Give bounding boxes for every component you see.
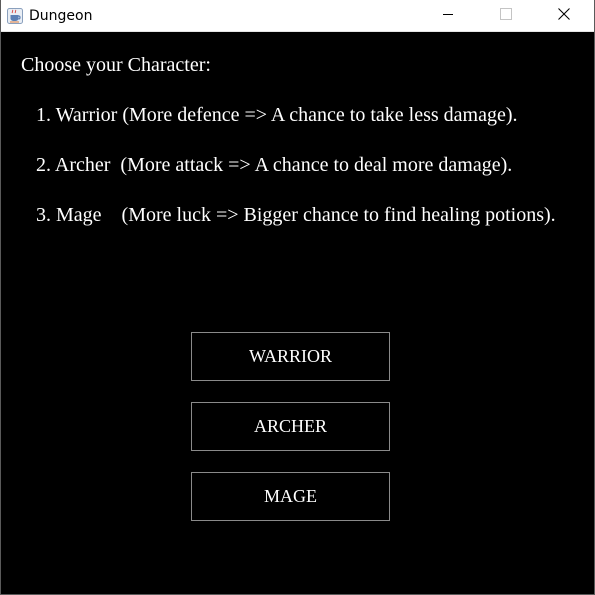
minimize-button[interactable] (425, 0, 471, 31)
warrior-button[interactable]: WARRIOR (191, 332, 390, 381)
close-icon (558, 7, 570, 24)
game-window: Dungeon Choose your Character: 1. Warrio… (0, 0, 595, 595)
minimize-icon (442, 8, 454, 24)
archer-button[interactable]: ARCHER (191, 402, 390, 451)
mage-description: 3. Mage (More luck => Bigger chance to f… (36, 204, 556, 226)
maximize-button[interactable] (483, 0, 529, 31)
choose-character-heading: Choose your Character: (21, 54, 211, 76)
mage-button[interactable]: MAGE (191, 472, 390, 521)
maximize-icon (500, 7, 512, 24)
title-bar[interactable]: Dungeon (1, 0, 594, 32)
window-title: Dungeon (29, 8, 93, 24)
character-select-panel: Choose your Character: 1. Warrior (More … (1, 32, 594, 594)
archer-description: 2. Archer (More attack => A chance to de… (36, 154, 513, 176)
java-cup-icon (7, 8, 23, 24)
warrior-description: 1. Warrior (More defence => A chance to … (36, 104, 518, 126)
close-button[interactable] (541, 0, 587, 31)
